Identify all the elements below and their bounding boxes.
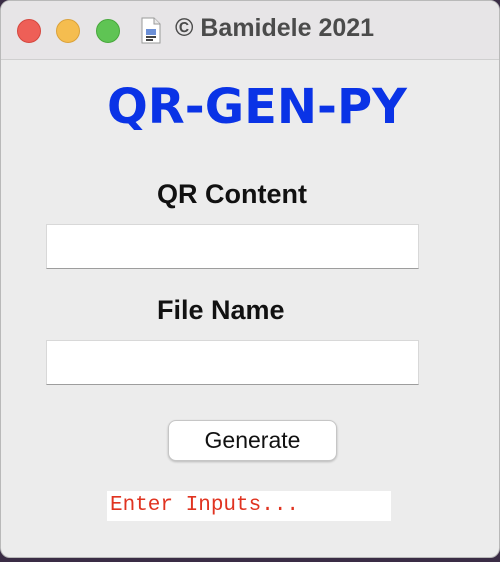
title-bar[interactable]: © Bamidele 2021	[1, 1, 499, 60]
close-window-button[interactable]	[17, 19, 41, 43]
qr-content-input[interactable]	[46, 224, 419, 269]
app-window: © Bamidele 2021 QR-GEN-PY QR Content Fil…	[0, 0, 500, 558]
file-name-input[interactable]	[46, 340, 419, 385]
generate-button[interactable]: Generate	[168, 420, 337, 461]
qr-content-label: QR Content	[157, 179, 307, 209]
window-title: © Bamidele 2021	[175, 14, 375, 42]
file-name-label: File Name	[157, 295, 285, 325]
app-heading: QR-GEN-PY	[107, 79, 407, 135]
minimize-window-button[interactable]	[56, 19, 80, 43]
maximize-window-button[interactable]	[96, 19, 120, 43]
status-message: Enter Inputs...	[107, 491, 391, 521]
document-icon	[141, 17, 161, 44]
